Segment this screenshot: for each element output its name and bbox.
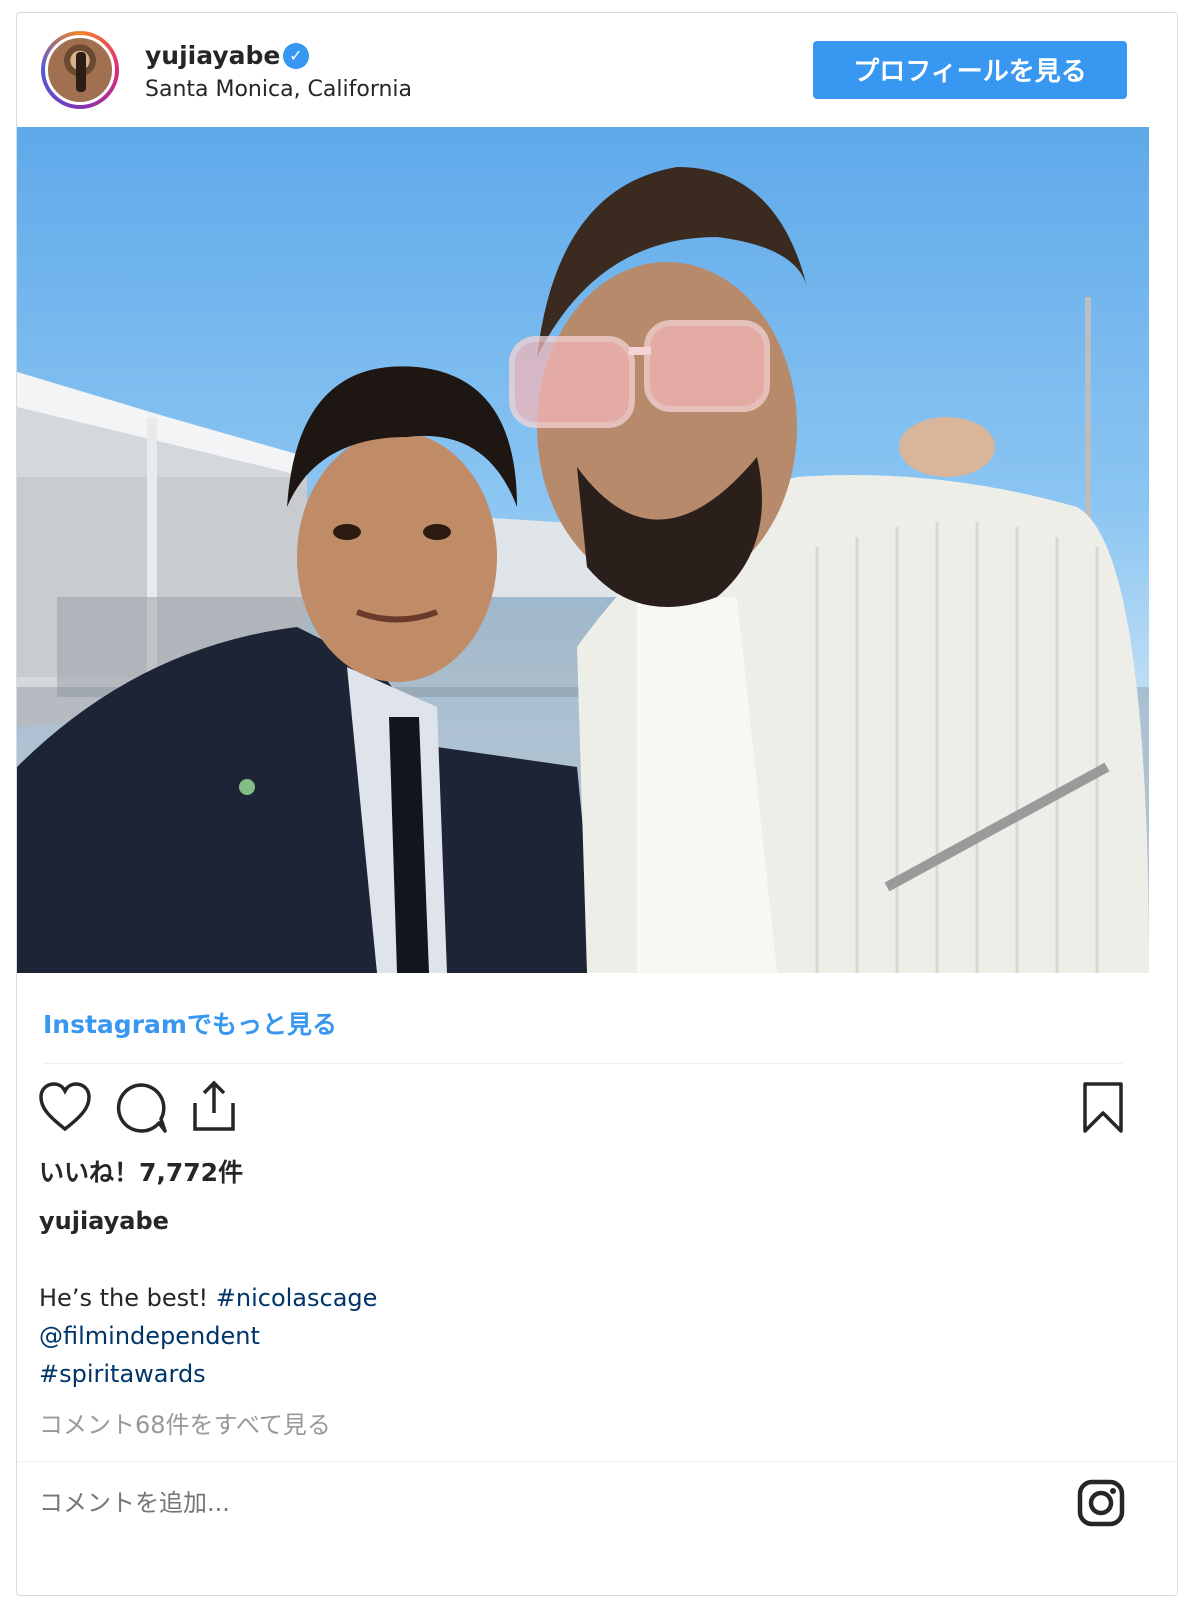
post-photo[interactable]: [17, 127, 1149, 973]
view-all-comments-link[interactable]: コメント68件をすべて見る: [39, 1405, 331, 1440]
share-icon[interactable]: [189, 1079, 239, 1137]
hashtag-link[interactable]: #spiritawards: [39, 1360, 206, 1388]
caption-text: He’s the best!: [39, 1284, 216, 1312]
bookmark-icon[interactable]: [1081, 1081, 1125, 1139]
divider: [43, 1063, 1123, 1064]
avatar[interactable]: [41, 31, 119, 109]
add-comment-input[interactable]: [39, 1489, 1039, 1517]
verified-check-icon: ✓: [283, 43, 309, 69]
avatar-image: [45, 35, 115, 105]
hashtag-link[interactable]: #nicolascage: [216, 1284, 378, 1312]
instagram-logo-icon[interactable]: [1077, 1479, 1125, 1531]
view-profile-button[interactable]: プロフィールを見る: [813, 41, 1127, 99]
heart-icon[interactable]: [37, 1081, 93, 1137]
location[interactable]: Santa Monica, California: [145, 77, 412, 102]
like-count[interactable]: いいね！7,772件: [39, 1153, 243, 1189]
caption-username[interactable]: yujiayabe: [39, 1207, 169, 1235]
caption: He’s the best! #nicolascage @filmindepen…: [39, 1279, 377, 1393]
instagram-embed-card: yujiayabe ✓ Santa Monica, California プロフ…: [16, 12, 1178, 1596]
post-header: yujiayabe ✓ Santa Monica, California プロフ…: [17, 13, 1177, 129]
view-more-on-instagram-link[interactable]: Instagramでもっと見る: [43, 1005, 337, 1041]
divider: [17, 1461, 1177, 1462]
comment-icon[interactable]: [113, 1081, 169, 1139]
username[interactable]: yujiayabe: [145, 41, 280, 70]
mention-link[interactable]: @filmindependent: [39, 1322, 260, 1350]
